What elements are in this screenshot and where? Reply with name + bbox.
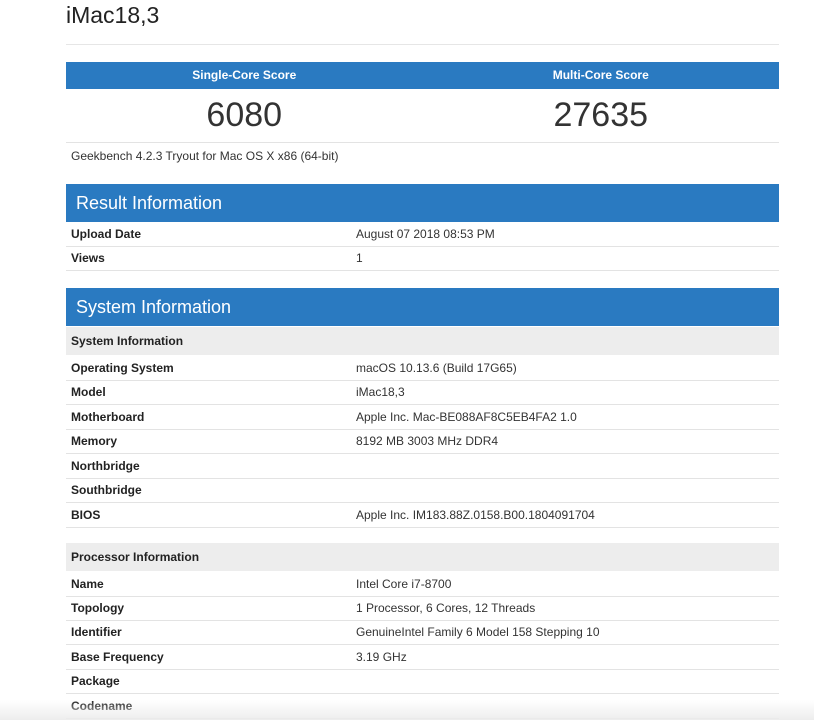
row-key: Southbridge xyxy=(71,483,142,497)
row-key: Model xyxy=(71,385,106,399)
table-row: Views 1 xyxy=(66,247,779,271)
row-value: August 07 2018 08:53 PM xyxy=(356,227,495,241)
row-value: Apple Inc. IM183.88Z.0158.B00.1804091704 xyxy=(356,508,595,522)
multi-core-score: 27635 xyxy=(553,96,649,134)
table-row: Name Intel Core i7-8700 xyxy=(66,573,779,597)
row-key: Northbridge xyxy=(71,459,140,473)
row-key: Name xyxy=(71,577,104,591)
table-row: Upload Date August 07 2018 08:53 PM xyxy=(66,223,779,247)
system-subsection-header: System Information xyxy=(66,327,779,355)
bottom-fade xyxy=(0,700,814,720)
title-divider xyxy=(66,44,779,45)
row-value: 8192 MB 3003 MHz DDR4 xyxy=(356,434,499,448)
system-information-header: System Information xyxy=(66,288,779,326)
table-row: Package xyxy=(66,670,779,694)
row-value: 1 xyxy=(356,251,363,265)
table-row: Operating System macOS 10.13.6 (Build 17… xyxy=(66,357,779,381)
table-row: Motherboard Apple Inc. Mac-BE088AF8C5EB4… xyxy=(66,406,779,430)
row-value: macOS 10.13.6 (Build 17G65) xyxy=(356,361,517,375)
row-key: Views xyxy=(71,251,105,265)
result-information-title: Result Information xyxy=(76,193,223,213)
row-key: Identifier xyxy=(71,625,122,639)
row-value: iMac18,3 xyxy=(356,385,405,399)
row-key: Upload Date xyxy=(71,227,142,241)
processor-subsection-header: Processor Information xyxy=(66,543,779,571)
row-value: 1 Processor, 6 Cores, 12 Threads xyxy=(356,601,536,615)
table-row: Southbridge xyxy=(66,479,779,503)
row-value: GenuineIntel Family 6 Model 158 Stepping… xyxy=(356,625,600,639)
page-title: iMac18,3 xyxy=(66,2,160,28)
row-value: Intel Core i7-8700 xyxy=(356,577,452,591)
multi-core-label: Multi-Core Score xyxy=(552,68,649,82)
row-key: Topology xyxy=(71,601,125,615)
score-values: 6080 27635 xyxy=(66,89,779,143)
row-value: Apple Inc. Mac-BE088AF8C5EB4FA2 1.0 xyxy=(356,410,577,424)
row-key: BIOS xyxy=(71,508,101,522)
score-header: Single-Core Score Multi-Core Score xyxy=(66,62,779,89)
table-row: Base Frequency 3.19 GHz xyxy=(66,646,779,670)
system-information-title: System Information xyxy=(76,297,232,317)
table-row: BIOS Apple Inc. IM183.88Z.0158.B00.18040… xyxy=(66,504,779,528)
geekbench-version: Geekbench 4.2.3 Tryout for Mac OS X x86 … xyxy=(71,149,339,163)
row-key: Operating System xyxy=(71,361,174,375)
row-value: 3.19 GHz xyxy=(356,650,407,664)
table-row: Memory 8192 MB 3003 MHz DDR4 xyxy=(66,430,779,454)
table-row: Identifier GenuineIntel Family 6 Model 1… xyxy=(66,621,779,645)
table-row: Topology 1 Processor, 6 Cores, 12 Thread… xyxy=(66,597,779,621)
table-row: Northbridge xyxy=(66,455,779,479)
result-information-header: Result Information xyxy=(66,184,779,222)
single-core-label: Single-Core Score xyxy=(192,68,297,82)
row-key: Motherboard xyxy=(71,410,145,424)
row-key: Memory xyxy=(71,434,118,448)
row-key: Package xyxy=(71,674,120,688)
single-core-score: 6080 xyxy=(206,96,283,134)
table-row: Model iMac18,3 xyxy=(66,381,779,405)
benchmark-result-page: iMac18,3 Single-Core Score Multi-Core Sc… xyxy=(0,0,814,720)
row-key: Base Frequency xyxy=(71,650,164,664)
